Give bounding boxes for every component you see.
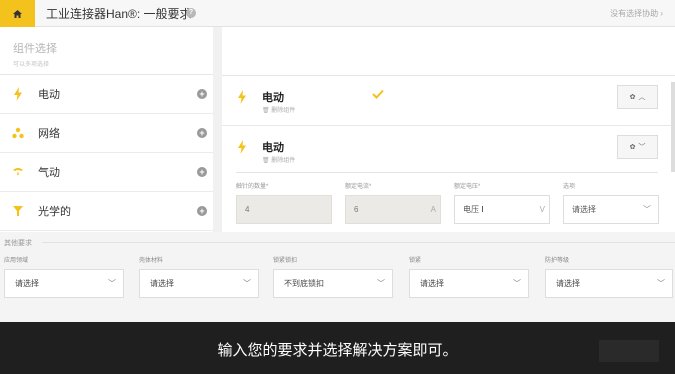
component-settings-button[interactable]: ✿ ﹀ [617, 135, 658, 159]
sidebar-item-optical[interactable]: 光学的 + [0, 192, 213, 231]
delete-component-link[interactable]: 🗑 删除组件 [262, 155, 295, 164]
help-link[interactable]: 没有选择协助 › [610, 8, 663, 19]
current-field: 额定电流* 6A [345, 181, 441, 224]
housing-material-select[interactable]: 请选择 ﹀ [139, 269, 259, 298]
option-field: 选项 请选择 ﹀ [563, 181, 659, 224]
application-field: 应用领域 请选择 ﹀ [4, 255, 124, 298]
option-select[interactable]: 请选择 ﹀ [563, 195, 659, 224]
panel-gap [213, 27, 222, 232]
voltage-input[interactable]: 电压 IV [454, 195, 550, 224]
chevron-down-icon: ﹀ [377, 279, 385, 288]
component-settings-button[interactable]: ✿ ︿ [617, 85, 658, 109]
delete-component-link[interactable]: 🗑 删除组件 [262, 105, 295, 114]
field-label: 额定电压* [454, 184, 481, 190]
component-sidebar: 组件选择 可以多项选择 电动 + 网络 + 气动 + 光学的 + [0, 27, 213, 232]
sidebar-item-network[interactable]: 网络 + [0, 114, 213, 153]
lock-select[interactable]: 请选择 ﹀ [409, 269, 529, 298]
selected-components-panel: 电动 🗑 删除组件 ✿ ︿ 电动 🗑 删除组件 ✿ ﹀ 触针的数量* 4 额定电… [222, 27, 675, 232]
housing-material-field: 壳体材料 请选择 ﹀ [139, 255, 259, 298]
add-icon[interactable]: + [197, 128, 207, 138]
chevron-down-icon: ﹀ [108, 279, 116, 288]
unit-label: V [539, 205, 545, 214]
field-label: 选项 [563, 184, 576, 190]
voltage-field: 额定电压* 电压 IV [454, 181, 550, 224]
other-requirements: 其他要求 应用领域 请选择 ﹀ 壳体材料 请选择 ﹀ 锁紧锁扣 不到底锁扣 ﹀ 锁紧 … [0, 232, 675, 322]
other-requirements-title: 其他要求 [4, 240, 32, 247]
divider [236, 172, 658, 173]
optical-icon [13, 206, 23, 216]
component-card-expanded: 电动 🗑 删除组件 ✿ ﹀ 触针的数量* 4 额定电流* 6A 额定电压* 电压… [222, 126, 675, 232]
chevron-down-icon: ﹀ [243, 279, 251, 288]
bolt-icon [238, 90, 246, 104]
sidebar-item-label: 电动 [38, 89, 60, 101]
top-bar: 工业连接器Han®: 一般要求 ? 没有选择协助 › [0, 0, 675, 27]
field-label: 触针的数量* [236, 184, 269, 190]
contacts-input[interactable]: 4 [236, 195, 332, 224]
add-icon[interactable]: + [197, 89, 207, 99]
subtitle-text: 输入您的要求并选择解决方案即可。 [217, 342, 458, 359]
field-label: 锁紧 [409, 258, 422, 264]
sidebar-item-electric[interactable]: 电动 + [0, 75, 213, 114]
field-label: 防护等级 [545, 258, 570, 264]
field-label: 额定电流* [345, 184, 372, 190]
home-icon [13, 9, 22, 18]
protection-class-select[interactable]: 请选择 ﹀ [545, 269, 673, 298]
chevron-down-icon: ﹀ [643, 205, 651, 214]
help-icon[interactable]: ? [186, 8, 196, 18]
sidebar-item-pneumatic[interactable]: 气动 + [0, 153, 213, 192]
subtitle-overlay [599, 340, 659, 362]
chevron-down-icon: ﹀ [513, 279, 521, 288]
locking-field: 锁紧锁扣 不到底锁扣 ﹀ [273, 255, 393, 298]
sidebar-title: 组件选择 [13, 43, 57, 55]
current-input[interactable]: 6A [345, 195, 441, 224]
scrollbar[interactable] [671, 82, 675, 172]
add-icon[interactable]: + [197, 167, 207, 177]
chevron-down-icon: ﹀ [638, 144, 646, 151]
check-icon [372, 89, 384, 99]
locking-select[interactable]: 不到底锁扣 ﹀ [273, 269, 393, 298]
add-icon[interactable]: + [197, 206, 207, 216]
component-card: 电动 🗑 删除组件 ✿ ︿ [222, 76, 675, 126]
lock-field: 锁紧 请选择 ﹀ [409, 255, 529, 298]
sidebar-item-label: 气动 [38, 167, 60, 179]
protection-class-field: 防护等级 请选择 ﹀ [545, 255, 673, 298]
component-title: 电动 [262, 142, 284, 154]
application-select[interactable]: 请选择 ﹀ [4, 269, 124, 298]
page-title: 工业连接器Han®: 一般要求 [46, 7, 192, 21]
panel-header [222, 27, 675, 76]
sidebar-item-label: 光学的 [38, 206, 71, 218]
sidebar-subtitle: 可以多项选择 [13, 62, 50, 68]
sidebar-item-label: 网络 [38, 128, 60, 140]
field-label: 锁紧锁扣 [273, 258, 298, 264]
chevron-down-icon: ﹀ [657, 279, 665, 288]
unit-label: A [430, 205, 436, 214]
gear-icon: ✿ [629, 94, 636, 101]
field-label: 壳体材料 [139, 258, 164, 264]
divider [42, 242, 675, 243]
contacts-field: 触针的数量* 4 [236, 181, 332, 224]
pneumatic-icon [13, 168, 23, 175]
gear-icon: ✿ [629, 144, 636, 151]
video-subtitle-bar: 输入您的要求并选择解决方案即可。 [0, 322, 675, 374]
network-icon [12, 127, 24, 139]
chevron-up-icon: ︿ [638, 94, 646, 101]
field-label: 应用领域 [4, 258, 29, 264]
bolt-icon [238, 140, 246, 154]
sidebar-header: 组件选择 可以多项选择 [0, 27, 213, 75]
component-title: 电动 [262, 92, 284, 104]
home-button[interactable] [0, 0, 35, 27]
bolt-icon [14, 87, 22, 101]
